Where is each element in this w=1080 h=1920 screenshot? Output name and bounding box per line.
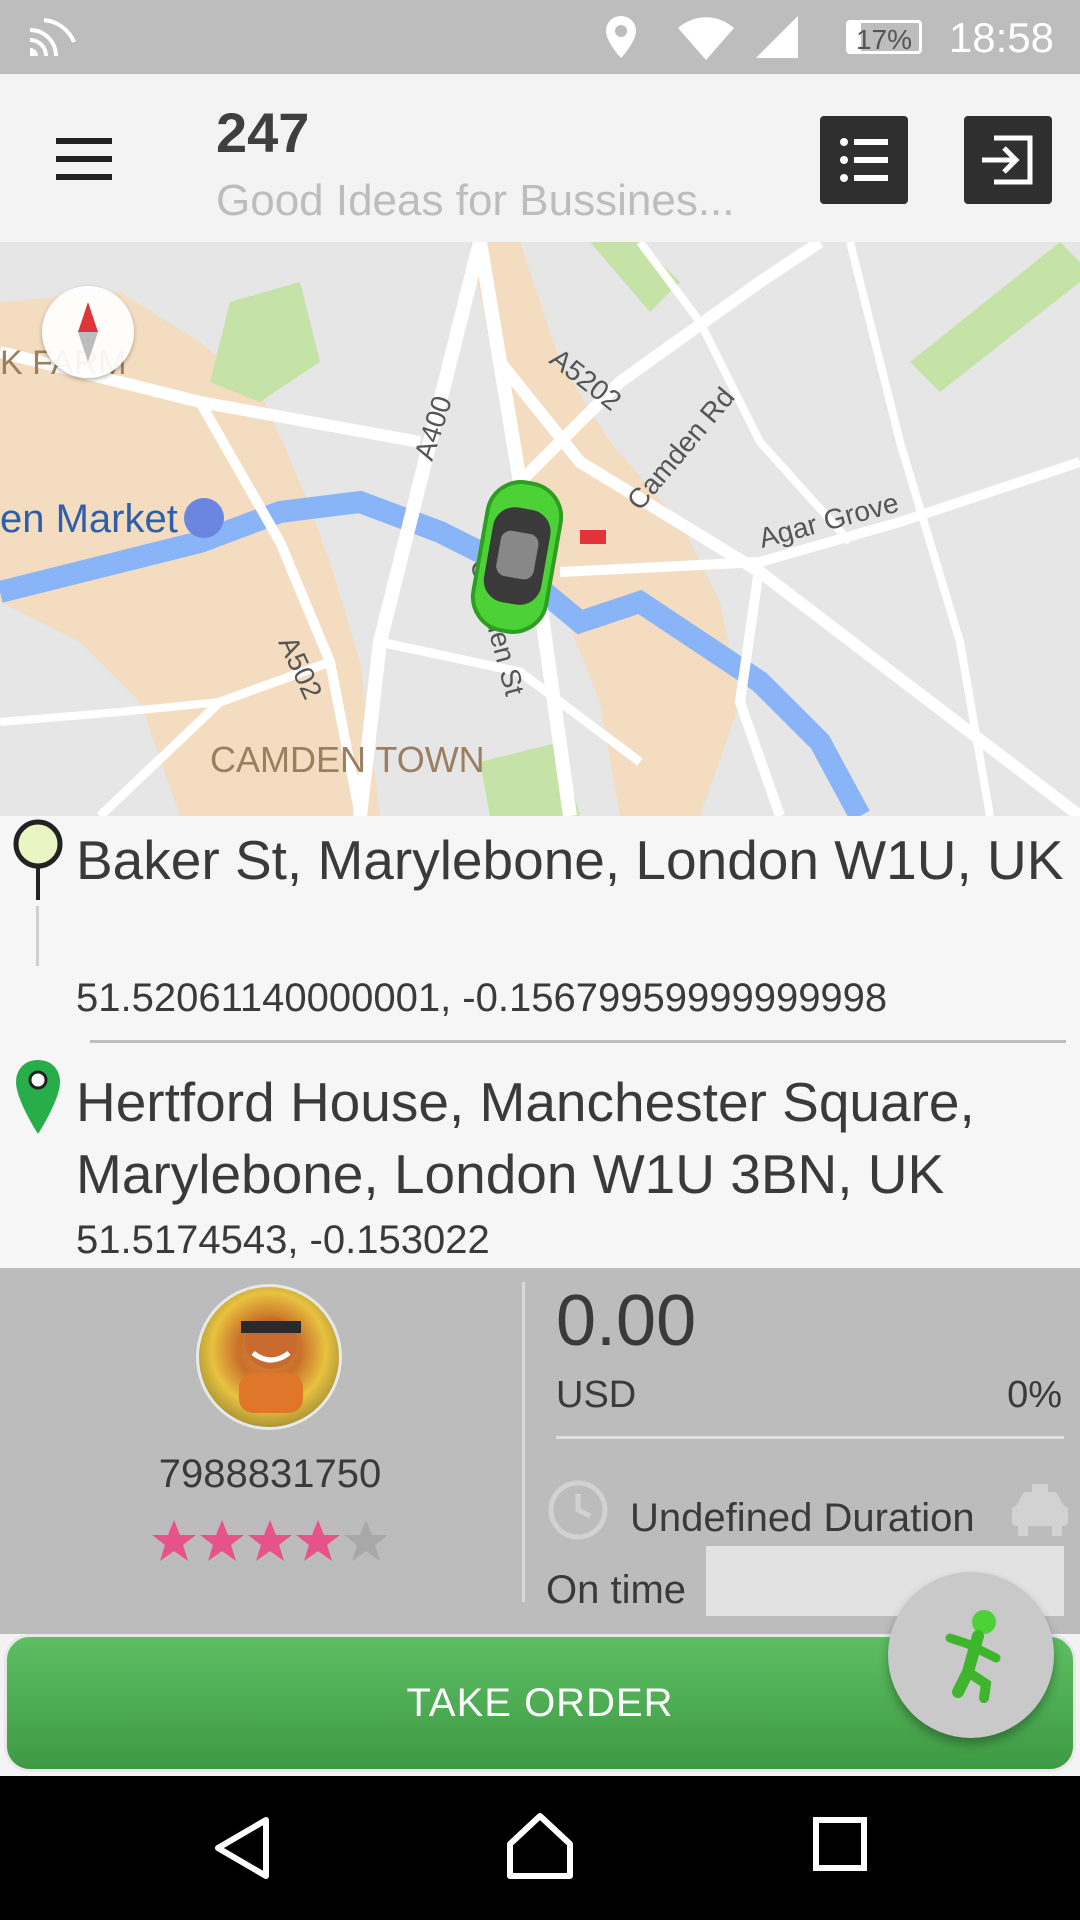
panel-divider	[522, 1282, 525, 1602]
map-label: en Market	[0, 497, 178, 541]
rating-star-icon	[248, 1520, 292, 1561]
passenger-fab[interactable]	[888, 1572, 1054, 1738]
origin-pin-icon	[13, 819, 63, 900]
trip-duration: Undefined Duration	[630, 1496, 975, 1540]
back-icon[interactable]	[210, 1814, 274, 1882]
fare-currency: USD	[556, 1374, 637, 1416]
driver-rating	[150, 1518, 390, 1569]
fare-percent: 0%	[1007, 1374, 1062, 1416]
destination-coords: 51.5174543, -0.153022	[76, 1218, 490, 1262]
clock-icon	[548, 1480, 608, 1540]
signal-icon	[756, 16, 798, 58]
driver-avatar-image	[239, 1317, 303, 1413]
route-connector	[36, 906, 39, 966]
rating-star-icon	[296, 1520, 340, 1561]
wifi-icon	[678, 17, 734, 60]
exit-icon	[982, 135, 1033, 185]
compass-icon	[78, 302, 98, 362]
app-subtitle: Good Ideas for Bussines...	[216, 176, 735, 225]
running-person-icon	[945, 1610, 1001, 1703]
location-icon	[606, 16, 636, 58]
map-label: CAMDEN TOWN	[210, 739, 485, 780]
on-time-label: On time	[546, 1568, 687, 1612]
driver-phone: 7988831750	[158, 1452, 382, 1496]
hamburger-icon[interactable]	[56, 138, 112, 180]
origin-address: Baker St, Marylebone, London W1U, UK	[76, 829, 1064, 891]
map-view[interactable]: K FARM en Market A400 A5202 Camden Rd Ag…	[0, 242, 1080, 816]
taxi-icon	[1012, 1484, 1068, 1536]
status-bar: 17% 18:58	[0, 0, 1080, 74]
battery-icon: 17%	[846, 20, 922, 54]
destination-pin-icon	[16, 1060, 60, 1134]
system-nav-bar	[0, 1776, 1080, 1920]
fare-divider	[556, 1436, 1064, 1439]
list-icon	[840, 138, 888, 182]
fare-price: 0.00	[556, 1281, 697, 1361]
origin-coords: 51.52061140000001, -0.15679959999999998	[76, 976, 888, 1020]
home-icon[interactable]	[504, 1810, 576, 1882]
cast-icon	[29, 18, 76, 57]
market-icon	[184, 498, 224, 538]
recents-icon[interactable]	[812, 1816, 868, 1872]
driver-avatar[interactable]	[196, 1284, 342, 1430]
rating-star-icon	[152, 1520, 196, 1561]
clock: 18:58	[948, 14, 1054, 61]
route-divider	[90, 1040, 1066, 1043]
logout-button[interactable]	[964, 116, 1052, 204]
compass-button[interactable]	[42, 286, 134, 378]
orders-list-button[interactable]	[820, 116, 908, 204]
rating-star-icon	[200, 1520, 244, 1561]
rail-station-icon	[580, 530, 606, 544]
battery-percent: 17%	[855, 24, 913, 55]
rating-star-icon	[344, 1520, 388, 1561]
destination-address: Hertford House, Manchester Square, Maryl…	[76, 1071, 975, 1205]
app-title: 247	[216, 101, 310, 164]
car-marker-icon	[470, 480, 564, 634]
